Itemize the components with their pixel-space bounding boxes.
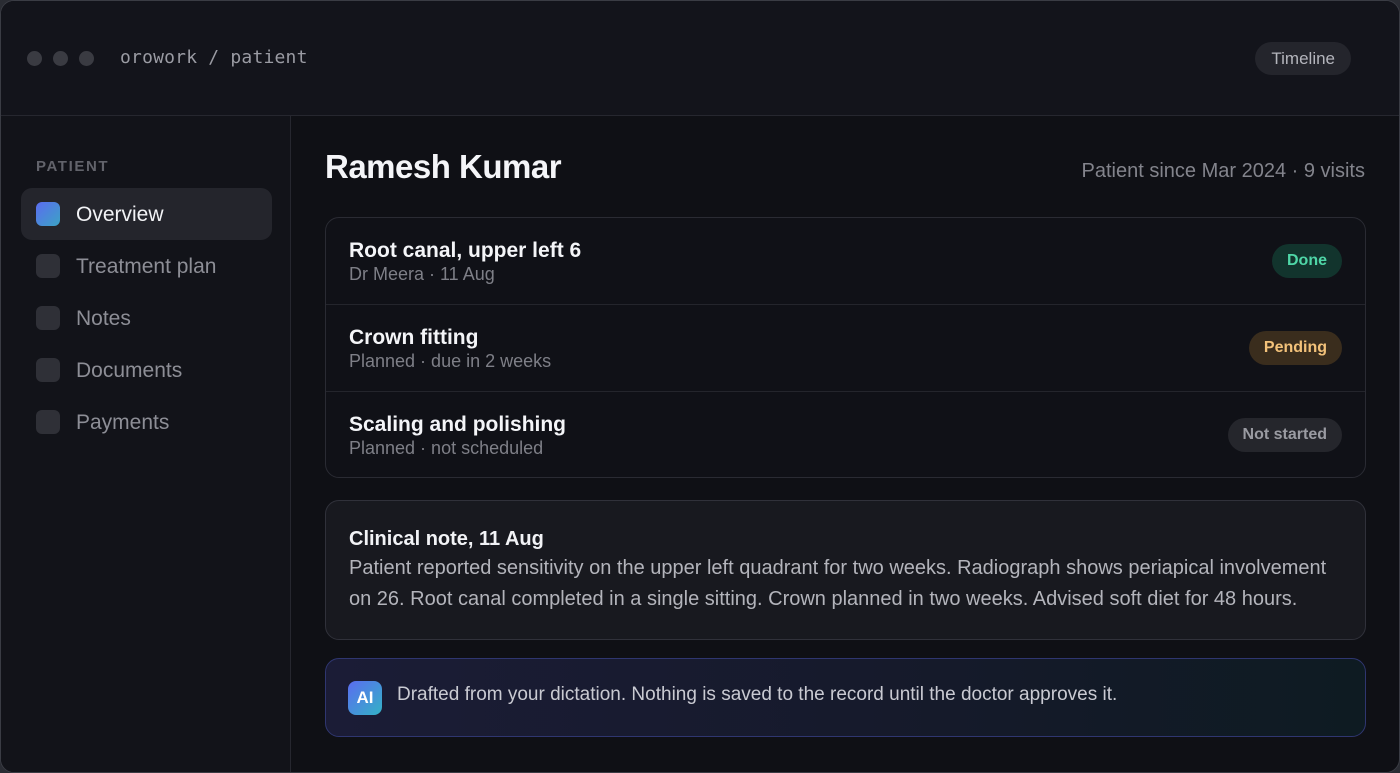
notes-icon [36, 306, 60, 330]
sidebar-item-label: Treatment plan [76, 255, 217, 278]
note-body: Patient reported sensitivity on the uppe… [349, 557, 1327, 610]
sidebar-item-notes[interactable]: Notes [21, 292, 272, 344]
treatment-plan-icon [36, 254, 60, 278]
sidebar-item-label: Payments [76, 411, 170, 434]
treatment-subtitle: Planned · not scheduled [349, 438, 544, 458]
sidebar-item-label: Overview [76, 203, 164, 226]
treatment-row[interactable]: Root canal, upper left 6 Dr Meera · 11 A… [326, 218, 1365, 305]
treatment-title: Crown fitting [349, 326, 479, 349]
sidebar-item-overview[interactable]: Overview [21, 188, 272, 240]
treatment-subtitle: Planned · due in 2 weeks [349, 351, 552, 371]
ai-notice-text: Drafted from your dictation. Nothing is … [397, 684, 1118, 705]
app-window: orowork / patient Timeline PATIENT Overv… [0, 0, 1400, 773]
main-content: Ramesh Kumar Patient since Mar 2024 · 9 … [292, 116, 1399, 772]
timeline-button[interactable]: Timeline [1255, 42, 1351, 75]
status-badge: Pending [1248, 331, 1342, 365]
patient-meta: Patient since Mar 2024 · 9 visits [1081, 160, 1365, 182]
sidebar-item-payments[interactable]: Payments [21, 396, 272, 448]
sidebar-heading: PATIENT [36, 158, 110, 175]
ai-notice-card: AI Drafted from your dictation. Nothing … [325, 658, 1366, 737]
treatment-title: Root canal, upper left 6 [349, 239, 582, 262]
treatment-subtitle: Dr Meera · 11 Aug [349, 264, 495, 284]
ai-icon: AI [348, 681, 382, 715]
clinical-note-card: Clinical note, 11 Aug Patient reported s… [325, 500, 1366, 640]
title-bar: orowork / patient Timeline [1, 1, 1399, 116]
page-title: Ramesh Kumar [325, 148, 562, 185]
documents-icon [36, 358, 60, 382]
sidebar: PATIENT Overview Treatment plan Notes Do… [1, 116, 291, 772]
status-badge: Done [1272, 244, 1342, 278]
sidebar-item-label: Documents [76, 359, 183, 382]
window-close-dot[interactable] [27, 51, 42, 66]
window-maximize-dot[interactable] [79, 51, 94, 66]
payments-icon [36, 410, 60, 434]
status-badge: Not started [1227, 418, 1342, 452]
sidebar-item-documents[interactable]: Documents [21, 344, 272, 396]
treatment-row[interactable]: Crown fitting Planned · due in 2 weeks P… [326, 305, 1365, 392]
breadcrumb: orowork / patient [120, 47, 308, 68]
window-minimize-dot[interactable] [53, 51, 68, 66]
treatment-row[interactable]: Scaling and polishing Planned · not sche… [326, 392, 1365, 477]
treatment-title: Scaling and polishing [349, 413, 567, 436]
sidebar-item-treatment-plan[interactable]: Treatment plan [21, 240, 272, 292]
note-title: Clinical note, 11 Aug [349, 528, 544, 550]
sidebar-item-label: Notes [76, 307, 131, 330]
treatment-list: Root canal, upper left 6 Dr Meera · 11 A… [325, 217, 1366, 478]
overview-icon [36, 202, 60, 226]
